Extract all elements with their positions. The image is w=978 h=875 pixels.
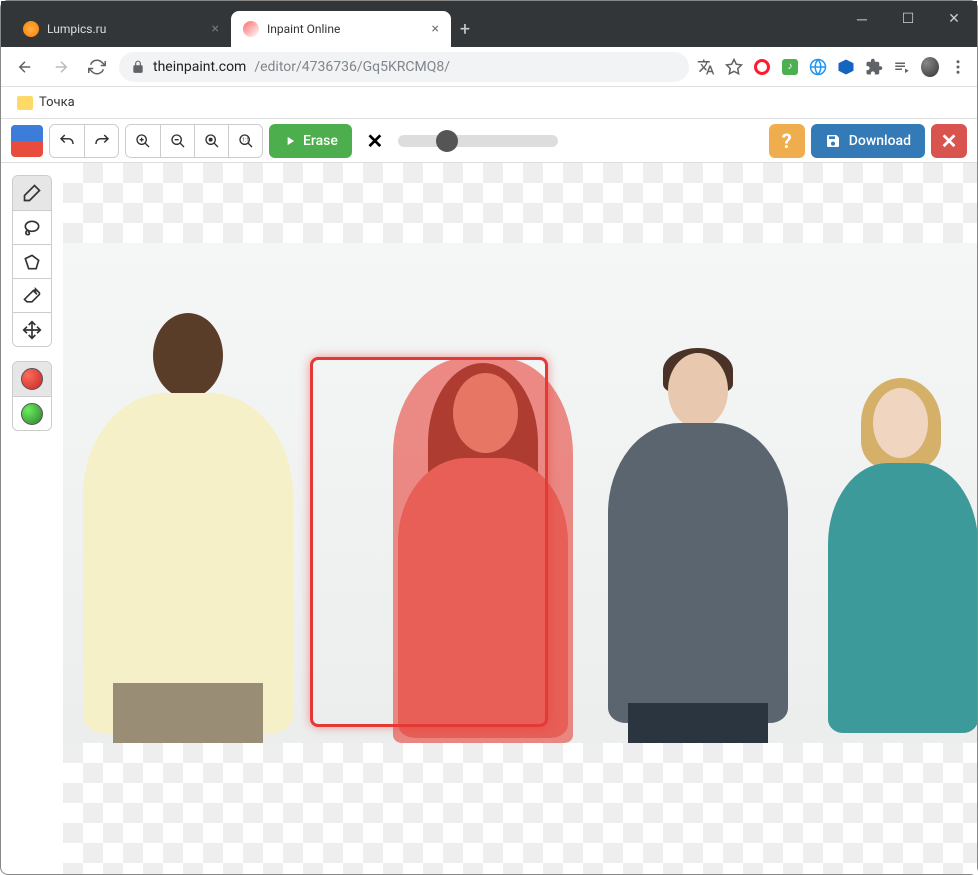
marker-tool[interactable] — [13, 176, 51, 210]
url-field[interactable]: theinpaint.com/editor/4736736/Gq5KRCMQ8/ — [119, 52, 689, 82]
star-icon[interactable] — [725, 58, 743, 76]
red-dot-icon — [21, 368, 43, 390]
opera-icon[interactable] — [753, 58, 771, 76]
url-host: theinpaint.com — [153, 59, 246, 75]
selection-highlight — [310, 357, 548, 727]
close-app-button[interactable]: ✕ — [931, 124, 967, 158]
avatar[interactable] — [921, 58, 939, 76]
person-3 — [598, 353, 798, 743]
app-toolbar: 1:1 Erase ✕ ? Download ✕ — [1, 119, 977, 163]
close-window-button[interactable]: ✕ — [931, 1, 977, 37]
play-icon — [283, 134, 297, 148]
close-tab-icon[interactable]: × — [212, 21, 219, 37]
lasso-tool[interactable] — [13, 210, 51, 244]
cube-icon[interactable] — [837, 58, 855, 76]
forward-button[interactable] — [47, 53, 75, 81]
mask-color-red[interactable] — [13, 362, 51, 396]
help-button[interactable]: ? — [769, 124, 805, 158]
slider-thumb[interactable] — [436, 130, 458, 152]
zoom-actual-button[interactable]: 1:1 — [228, 125, 262, 157]
undo-redo-group — [49, 124, 119, 158]
download-label: Download — [849, 133, 911, 149]
globe-icon[interactable] — [809, 58, 827, 76]
favicon-icon — [23, 21, 39, 37]
main-area — [1, 163, 977, 874]
menu-icon[interactable] — [949, 58, 967, 76]
svg-text:1:1: 1:1 — [242, 137, 249, 143]
save-icon — [825, 133, 841, 149]
lock-icon — [131, 60, 145, 74]
polygon-tool[interactable] — [13, 244, 51, 278]
tab-inpaint[interactable]: Inpaint Online × — [231, 11, 451, 47]
translate-icon[interactable] — [697, 58, 715, 76]
tab-lumpics[interactable]: Lumpics.ru × — [11, 11, 231, 47]
back-button[interactable] — [11, 53, 39, 81]
tab-title: Inpaint Online — [267, 22, 340, 36]
erase-button[interactable]: Erase — [269, 124, 352, 158]
person-4 — [823, 383, 977, 743]
close-tab-icon[interactable]: × — [432, 21, 439, 37]
zoom-out-button[interactable] — [160, 125, 194, 157]
download-button[interactable]: Download — [811, 124, 925, 158]
zoom-group: 1:1 — [125, 124, 263, 158]
url-path: /editor/4736736/Gq5KRCMQ8/ — [254, 59, 450, 75]
puzzle-icon[interactable] — [865, 58, 883, 76]
reload-button[interactable] — [83, 53, 111, 81]
new-tab-button[interactable]: + — [451, 15, 479, 43]
extensions-area: ♪ — [697, 58, 967, 76]
favicon-icon — [243, 21, 259, 37]
canvas-area[interactable] — [63, 163, 977, 874]
green-dot-icon — [21, 403, 43, 425]
address-bar: theinpaint.com/editor/4736736/Gq5KRCMQ8/… — [1, 47, 977, 87]
mask-color-green[interactable] — [13, 396, 51, 430]
eraser-tool[interactable] — [13, 278, 51, 312]
folder-icon — [17, 96, 33, 110]
bookmark-item[interactable]: Точка — [39, 95, 75, 110]
maximize-button[interactable]: ☐ — [885, 1, 931, 37]
tab-title: Lumpics.ru — [47, 22, 106, 36]
window-titlebar: Lumpics.ru × Inpaint Online × + ─ ☐ ✕ — [1, 1, 977, 47]
app-logo[interactable] — [11, 125, 43, 157]
undo-button[interactable] — [50, 125, 84, 157]
music-icon[interactable]: ♪ — [781, 58, 799, 76]
browser-tabs: Lumpics.ru × Inpaint Online × + — [11, 11, 479, 47]
minimize-button[interactable]: ─ — [839, 1, 885, 37]
move-tool[interactable] — [13, 312, 51, 346]
erase-label: Erase — [303, 133, 338, 149]
zoom-fit-button[interactable] — [194, 125, 228, 157]
left-toolbar — [1, 163, 63, 874]
redo-button[interactable] — [84, 125, 118, 157]
zoom-in-button[interactable] — [126, 125, 160, 157]
person-1 — [73, 313, 303, 743]
window-controls: ─ ☐ ✕ — [839, 1, 977, 37]
cancel-button[interactable]: ✕ — [358, 124, 392, 158]
bookmarks-bar: Точка — [1, 87, 977, 119]
brush-size-slider[interactable] — [398, 135, 558, 147]
playlist-icon[interactable] — [893, 58, 911, 76]
